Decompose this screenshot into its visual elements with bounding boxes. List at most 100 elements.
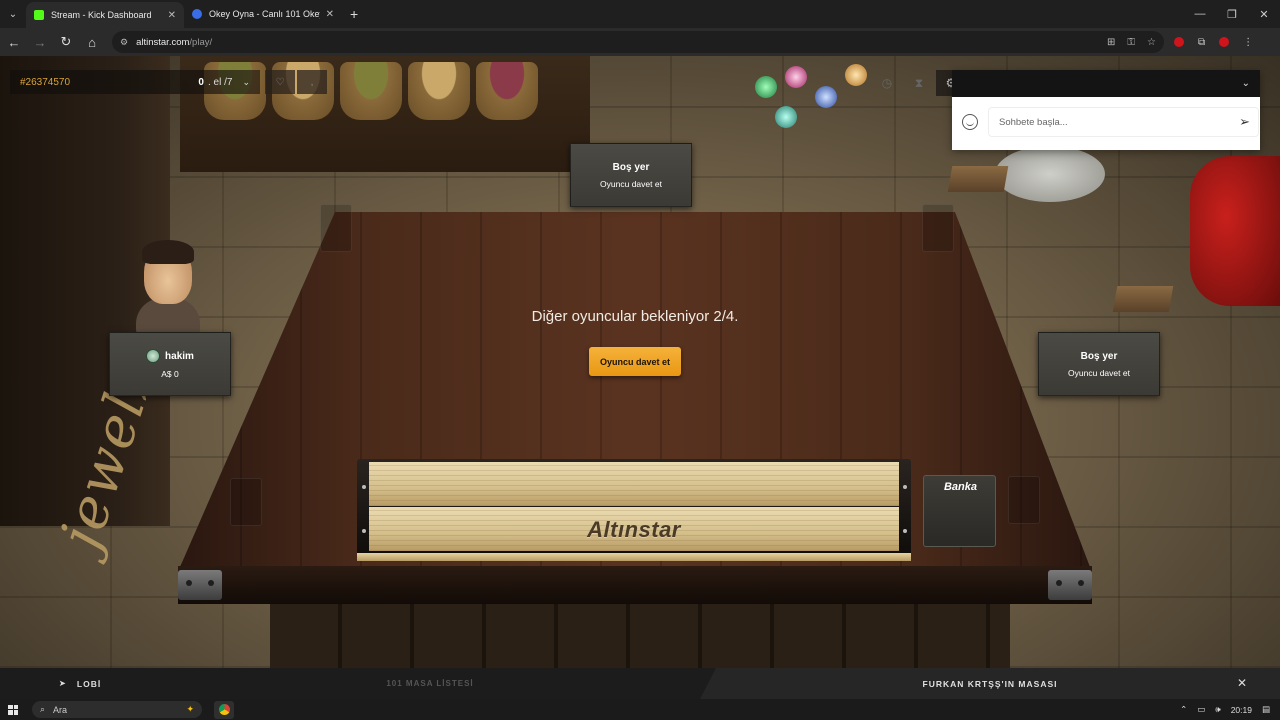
emoji-icon[interactable]	[962, 114, 978, 130]
round-label: . el /7	[207, 76, 233, 88]
profile-avatar-icon[interactable]	[1219, 37, 1230, 47]
empty-tile-slot	[1008, 476, 1040, 524]
new-tab-icon[interactable]: +	[350, 6, 358, 22]
seat-invite-link[interactable]: Oyuncu davet et	[600, 179, 662, 189]
tab-title: Okey Oyna - Canlı 101 Okey ve	[209, 9, 320, 19]
lobby-button[interactable]: ➤ LOBİ	[0, 678, 160, 689]
spice-basket	[340, 62, 402, 120]
seat-right[interactable]: Boş yer Oyuncu davet et	[1038, 332, 1160, 396]
bookmark-star-icon[interactable]: ☆	[1147, 37, 1156, 48]
player-level-badge-icon	[146, 349, 161, 363]
lobby-label: LOBİ	[76, 678, 102, 689]
spice-basket	[476, 62, 538, 120]
address-bar[interactable]: ⚙ altinstar.com/play/ ⊞ ⚿ ☆	[112, 31, 1164, 53]
seat-status: Boş yer	[1080, 350, 1118, 362]
more-icon[interactable]: ,	[297, 70, 327, 94]
table-corner-plate	[178, 570, 222, 600]
taskbar-search-label: Ara	[53, 704, 68, 715]
seat-top[interactable]: Boş yer Oyuncu davet et	[570, 143, 692, 207]
chevron-down-icon[interactable]: ⌄	[1242, 78, 1250, 89]
reload-icon[interactable]: ↻	[54, 30, 78, 54]
url-path: /play/	[189, 36, 213, 48]
tab-search-icon[interactable]: ⌄	[0, 0, 26, 28]
translate-icon[interactable]: ⊞	[1107, 37, 1115, 48]
network-icon[interactable]: ▭	[1197, 704, 1205, 715]
tab-kick-dashboard[interactable]: Stream - Kick Dashboard ✕	[26, 2, 184, 28]
current-table-tab[interactable]: FURKAN KRTŞŞ'IN MASASI ✕	[700, 668, 1280, 699]
rack-base	[357, 553, 911, 561]
table-corner-plate	[1048, 570, 1092, 600]
rack-brand-logo: Altınstar	[587, 517, 681, 542]
windows-taskbar: ⌕ Ara ✦ ⌃ ▭ 🕪 20:19 ▤	[0, 699, 1280, 720]
minimize-icon[interactable]: —	[1184, 0, 1216, 28]
notification-icon[interactable]: ▤	[1262, 704, 1270, 715]
system-tray: ⌃ ▭ 🕪 20:19 ▤	[1180, 704, 1280, 715]
rack-row-top[interactable]	[369, 462, 899, 506]
table-list-button[interactable]: 101 MASA LİSTESİ	[160, 679, 700, 688]
password-key-icon[interactable]: ⚿	[1127, 37, 1135, 48]
close-icon[interactable]: ✕	[1237, 676, 1248, 690]
seat-status: Boş yer	[612, 161, 650, 173]
sparkle-icon: ✦	[186, 704, 194, 714]
tile-rack: Altınstar	[357, 459, 911, 561]
round-current: 0	[198, 76, 204, 88]
browser-menu-icon[interactable]: ⋮	[1243, 37, 1253, 48]
altinstar-favicon-icon	[192, 9, 202, 19]
browser-toolbar: ← → ↻ ⌂ ⚙ altinstar.com/play/ ⊞ ⚿ ☆ ⧉ ⋮	[0, 28, 1280, 56]
tab-title: Stream - Kick Dashboard	[51, 10, 152, 20]
extensions-puzzle-icon[interactable]: ⧉	[1198, 37, 1205, 48]
game-id: #26374570	[20, 76, 71, 88]
clock[interactable]: 20:19	[1231, 705, 1252, 715]
scooter	[1190, 156, 1280, 306]
tray-chevron-icon[interactable]: ⌃	[1180, 704, 1187, 715]
close-tab-icon[interactable]: ✕	[168, 10, 176, 21]
game-info-bar: #26374570 0 . el /7 ⌄	[10, 70, 260, 94]
mosaic-lamps	[745, 56, 885, 166]
hourglass-icon[interactable]: ⧗	[904, 70, 934, 96]
taskbar-search[interactable]: ⌕ Ara ✦	[32, 701, 202, 718]
empty-tile-slot	[320, 204, 352, 252]
extension-red-icon[interactable]	[1174, 37, 1184, 47]
volume-icon[interactable]: 🕪	[1215, 704, 1220, 715]
chat-header[interactable]: ⌄	[952, 70, 1260, 97]
current-table-label: FURKAN KRTŞŞ'IN MASASI	[922, 678, 1058, 689]
chrome-taskbar-icon[interactable]	[214, 700, 234, 719]
tab-altinstar[interactable]: Okey Oyna - Canlı 101 Okey ve ✕	[184, 0, 342, 28]
seat-invite-link[interactable]: Oyuncu davet et	[1068, 368, 1130, 378]
chat-panel: ⌄ Sohbete başla... ➢	[952, 70, 1260, 150]
seat-left-player[interactable]: hakim A$ 0	[109, 332, 231, 396]
windows-start-icon[interactable]	[8, 704, 18, 715]
chat-input[interactable]: Sohbete başla...	[988, 107, 1260, 137]
chevron-down-icon: ⌄	[242, 76, 250, 87]
cafe-table	[995, 146, 1105, 202]
bank-pile[interactable]: Banka	[923, 475, 996, 547]
close-window-icon[interactable]: ✕	[1248, 0, 1280, 28]
gift-icon[interactable]: ♡	[265, 70, 295, 94]
empty-tile-slot	[922, 204, 954, 252]
send-icon[interactable]: ➢	[1239, 114, 1250, 130]
chat-placeholder: Sohbete başla...	[999, 116, 1068, 128]
kick-favicon-icon	[34, 10, 44, 20]
window-controls: — ❐ ✕	[1184, 0, 1280, 28]
game-bottom-bar: ➤ LOBİ 101 MASA LİSTESİ FURKAN KRTŞŞ'IN …	[0, 668, 1280, 699]
timer-icon[interactable]: ◷	[872, 70, 902, 96]
round-selector[interactable]: 0 . el /7 ⌄	[198, 77, 250, 88]
invite-player-button[interactable]: Oyuncu davet et	[589, 347, 681, 376]
site-info-icon[interactable]: ⚙	[120, 37, 128, 48]
url-host: altinstar.com	[136, 36, 190, 48]
table-front-panel	[270, 604, 1010, 668]
table-edge	[178, 566, 1092, 604]
waiting-message: Diğer oyuncular bekleniyor 2/4.	[531, 308, 739, 325]
spice-basket	[408, 62, 470, 120]
search-icon: ⌕	[40, 704, 46, 714]
forward-icon[interactable]: →	[28, 30, 52, 54]
bank-label: Banka	[943, 481, 978, 493]
navigate-icon: ➤	[58, 678, 67, 688]
browser-tab-strip: ⌄ Stream - Kick Dashboard ✕ Okey Oyna - …	[0, 0, 1280, 28]
restore-icon[interactable]: ❐	[1216, 0, 1248, 28]
close-tab-icon[interactable]: ✕	[326, 9, 334, 20]
player-name: hakim	[165, 350, 194, 362]
hud-buttons: ♡ ,	[265, 70, 327, 94]
home-icon[interactable]: ⌂	[80, 30, 104, 54]
back-icon[interactable]: ←	[2, 30, 26, 54]
